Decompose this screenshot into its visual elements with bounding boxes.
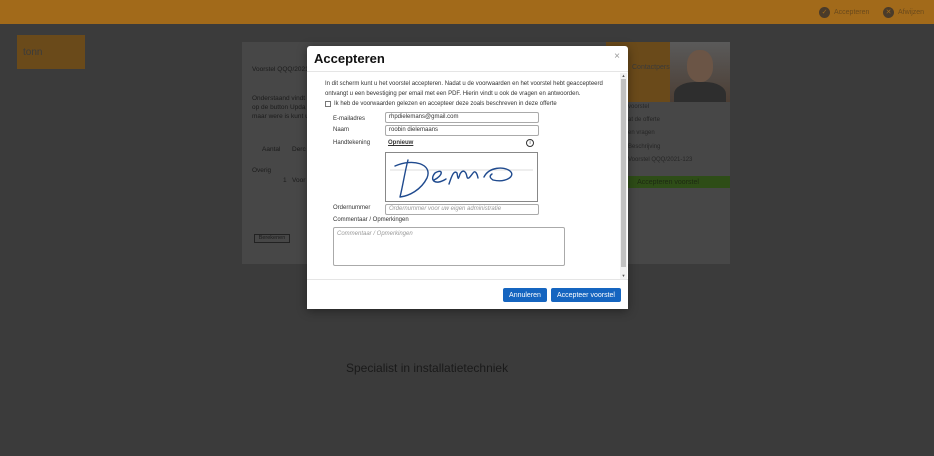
bg-calc-button[interactable]: Berekenen bbox=[254, 234, 290, 243]
info-icon[interactable]: i bbox=[526, 139, 534, 147]
comment-label: Commentaar / Opmerkingen bbox=[333, 217, 409, 223]
name-label: Naam bbox=[333, 127, 350, 133]
bg-row-desc: Voor bbox=[292, 177, 306, 184]
signature-drawing bbox=[390, 159, 533, 198]
modal-scrollbar[interactable]: ▲ ▼ bbox=[620, 73, 627, 279]
modal-body: In dit scherm kunt u het voorstel accept… bbox=[307, 73, 628, 279]
bg-intro-line-1: Onderstaand vindt bbox=[252, 95, 306, 102]
avatar bbox=[670, 42, 730, 102]
logo-text: tonn bbox=[23, 46, 43, 58]
terms-label: Ik heb de voorwaarden gelezen en accepte… bbox=[334, 101, 557, 107]
order-number-field[interactable]: Ordernummer voor uw eigen administratie bbox=[385, 204, 539, 215]
topbar-accept[interactable]: ✓ Accepteren bbox=[819, 6, 869, 18]
terms-checkbox[interactable] bbox=[325, 101, 331, 107]
cancel-button[interactable]: Annuleren bbox=[503, 288, 547, 302]
topbar-reject[interactable]: ✕ Afwijzen bbox=[883, 6, 924, 18]
email-label: E-mailadres bbox=[333, 116, 366, 122]
signature-pad[interactable] bbox=[385, 152, 538, 202]
signature-label: Handtekening bbox=[333, 140, 371, 146]
bg-intro-line-3: maar were is kunt u bbox=[252, 113, 309, 120]
modal-title: Accepteren bbox=[314, 51, 385, 66]
signature-reset-link[interactable]: Opnieuw bbox=[388, 140, 413, 146]
topbar-reject-label: Afwijzen bbox=[898, 8, 925, 16]
proposal-title: Voorstel QQQ/2021 bbox=[252, 66, 309, 73]
check-icon: ✓ bbox=[819, 6, 830, 18]
company-logo: tonn bbox=[17, 35, 85, 69]
bg-tab-desc[interactable]: Derc bbox=[292, 146, 306, 154]
accept-modal: Accepteren × In dit scherm kunt u het vo… bbox=[307, 46, 628, 309]
terms-checkbox-row[interactable]: Ik heb de voorwaarden gelezen en accepte… bbox=[325, 101, 557, 107]
modal-intro-text: In dit scherm kunt u het voorstel accept… bbox=[325, 81, 603, 97]
name-field[interactable]: roobin dielemaans bbox=[385, 125, 539, 136]
bg-tab-aantal[interactable]: Aantal bbox=[262, 146, 280, 154]
topbar-accept-label: Accepteren bbox=[834, 8, 870, 16]
email-field[interactable]: rhpdielemans@gmail.com bbox=[385, 112, 539, 123]
top-bar: ✓ Accepteren ✕ Afwijzen bbox=[0, 0, 934, 24]
accept-proposal-button[interactable]: Accepteer voorstel bbox=[551, 288, 621, 302]
bg-row-qty: 1 bbox=[283, 177, 287, 184]
close-icon[interactable]: × bbox=[614, 51, 620, 62]
scrollbar-thumb[interactable] bbox=[621, 79, 626, 267]
close-icon: ✕ bbox=[883, 6, 894, 18]
order-label: Ordernummer bbox=[333, 205, 371, 211]
bg-section-label: Overig bbox=[252, 167, 272, 174]
comment-textarea[interactable]: Commentaar / Opmerkingen bbox=[333, 227, 565, 266]
modal-footer: Annuleren Accepteer voorstel bbox=[307, 279, 628, 309]
bg-intro-line-2: op de button Upda bbox=[252, 104, 306, 111]
footer-tagline: Specialist in installatietechniek bbox=[346, 361, 509, 375]
modal-header: Accepteren × bbox=[307, 46, 628, 72]
